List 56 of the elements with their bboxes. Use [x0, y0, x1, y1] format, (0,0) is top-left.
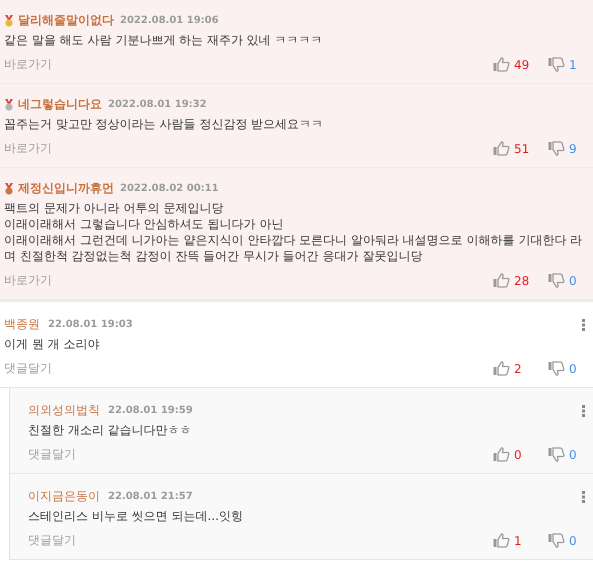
more-menu-icon[interactable] [582, 404, 585, 416]
goto-link[interactable]: 바로가기 [4, 272, 52, 289]
dislike-count: 1 [569, 58, 578, 72]
dislike-count: 0 [569, 534, 578, 548]
like-count: 1 [514, 534, 523, 548]
thumbs-up-icon[interactable] [493, 57, 510, 72]
reply-link[interactable]: 댓글달기 [28, 532, 76, 549]
thumbs-up-icon[interactable] [493, 141, 510, 156]
comment-text: 이래이래해서 그런건데 니가아는 얕은지식이 안타깝다 모른다니 알아둬라 내설명으로 이해하를 기대한다 라며 친절한척 감정없는척 감정이 잔뜩 들어간 무시가 들어간 응대가 잘못입니당 [4, 232, 584, 264]
comment-author[interactable]: 백종원 [4, 316, 40, 333]
comment-text: 친절한 개소리 같습니다만ㅎㅎ [28, 422, 193, 438]
thumbs-up-icon[interactable] [493, 533, 510, 548]
thumbs-down-icon[interactable] [548, 57, 565, 72]
comment-author[interactable]: 제정신입니까휴먼 [18, 180, 114, 197]
dislike-count: 0 [569, 448, 578, 462]
goto-link[interactable]: 바로가기 [4, 140, 52, 157]
more-menu-icon[interactable] [582, 318, 585, 330]
comment-time: 2022.08.01 19:06 [120, 15, 219, 26]
comment-time: 22.08.01 21:57 [108, 491, 193, 502]
comment-text: 같은 말을 해도 사람 기분나쁘게 하는 재주가 있네 ㅋㅋㅋㅋ [4, 32, 324, 48]
thumbs-down-icon[interactable] [548, 447, 565, 462]
comment-time: 2022.08.01 19:32 [108, 99, 207, 110]
more-menu-icon[interactable] [582, 490, 585, 502]
thumbs-down-icon[interactable] [548, 273, 565, 288]
medal-icon [4, 182, 14, 194]
comment-time: 22.08.01 19:59 [108, 405, 193, 416]
dislike-count: 9 [569, 142, 578, 156]
goto-link[interactable]: 바로가기 [4, 56, 52, 73]
like-count: 28 [514, 274, 530, 288]
dislike-count: 0 [569, 274, 578, 288]
comment-author[interactable]: 달리해줄말이없다 [18, 12, 114, 29]
dislike-count: 0 [569, 362, 578, 376]
thumbs-up-icon[interactable] [493, 361, 510, 376]
comment-text: 스테인리스 비누로 씻으면 되는데...잇힝 [28, 508, 244, 524]
medal-icon [4, 14, 14, 26]
thumbs-up-icon[interactable] [493, 273, 510, 288]
like-count: 0 [514, 448, 523, 462]
like-count: 49 [514, 58, 530, 72]
comment-author[interactable]: 의외성의법칙 [28, 402, 100, 419]
like-count: 2 [514, 362, 523, 376]
like-count: 51 [514, 142, 530, 156]
comment-time: 2022.08.02 00:11 [120, 183, 219, 194]
comment-text: 팩트의 문제가 아니라 어투의 문제입니당 [4, 200, 224, 216]
comment-author[interactable]: 네그렇습니다요 [18, 96, 102, 113]
thumbs-up-icon[interactable] [493, 447, 510, 462]
thumbs-down-icon[interactable] [548, 533, 565, 548]
comment-text: 이게 뭔 개 소리야 [4, 336, 100, 352]
comment-time: 22.08.01 19:03 [48, 319, 133, 330]
comment-text: 이래이래해서 그렇습니다 안심하셔도 됩니다가 아닌 [4, 216, 284, 232]
reply-link[interactable]: 댓글달기 [28, 446, 76, 463]
reply-link[interactable]: 댓글달기 [4, 360, 52, 377]
thumbs-down-icon[interactable] [548, 141, 565, 156]
comment-author[interactable]: 이지금은동이 [28, 488, 100, 505]
thumbs-down-icon[interactable] [548, 361, 565, 376]
medal-icon [4, 98, 14, 110]
comment-text: 꼽주는거 맞고만 정상이라는 사람들 정신감정 받으세요ㅋㅋ [4, 116, 324, 132]
